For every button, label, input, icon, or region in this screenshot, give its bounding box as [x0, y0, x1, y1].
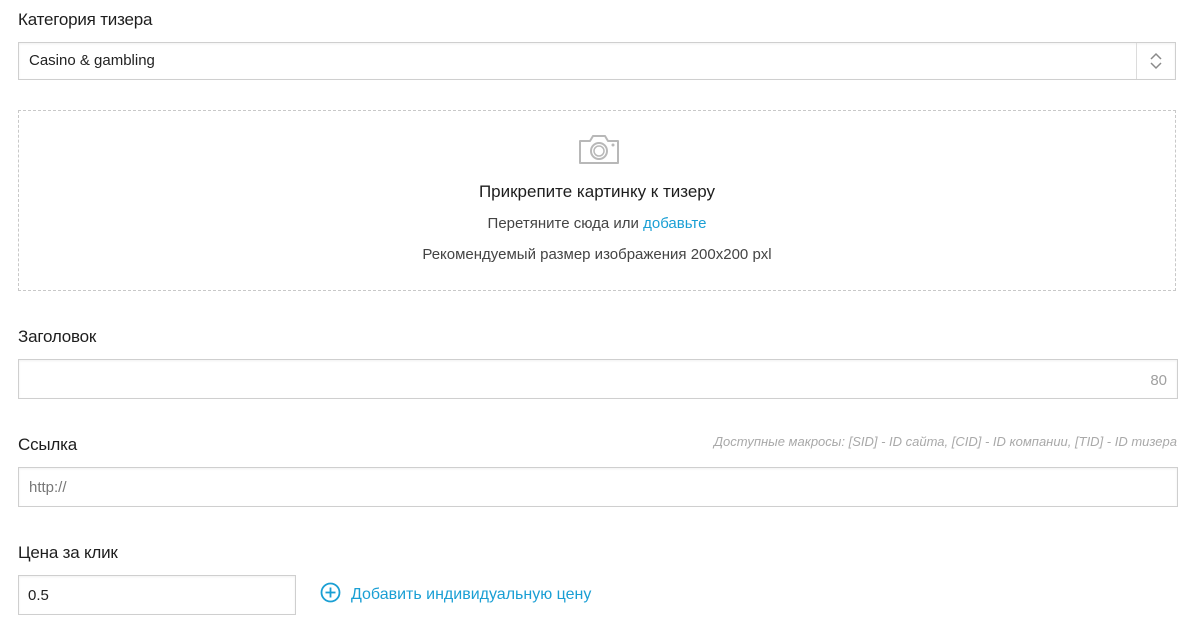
headline-input[interactable]	[18, 359, 1178, 399]
add-image-link[interactable]: добавьте	[643, 215, 706, 232]
add-individual-price-button[interactable]: Добавить индивидуальную цену	[320, 582, 592, 608]
up-down-chevron-icon	[1136, 43, 1175, 79]
category-label: Категория тизера	[18, 10, 153, 29]
link-label: Ссылка	[18, 435, 77, 454]
headline-label: Заголовок	[18, 327, 97, 346]
category-selected-value: Casino & gambling	[29, 52, 155, 69]
price-label: Цена за клик	[18, 543, 118, 562]
drag-text: Перетяните сюда или	[487, 215, 639, 232]
plus-circle-icon	[320, 582, 341, 608]
macros-hint: Доступные макросы: [SID] - ID сайта, [CI…	[713, 434, 1177, 449]
upload-title: Прикрепите картинку к тизеру	[478, 182, 716, 201]
upload-instructions: Перетяните сюда или добавьте	[19, 215, 1175, 232]
price-input[interactable]	[18, 575, 296, 615]
camera-icon	[577, 131, 621, 172]
size-recommendation: Рекомендуемый размер изображения 200x200…	[422, 246, 772, 263]
headline-char-counter: 80	[1150, 372, 1167, 389]
link-input[interactable]	[18, 467, 1178, 507]
image-dropzone[interactable]: Прикрепите картинку к тизеру Перетяните …	[18, 110, 1176, 291]
category-select[interactable]: Casino & gambling	[18, 42, 1176, 80]
add-individual-price-label: Добавить индивидуальную цену	[351, 586, 592, 603]
